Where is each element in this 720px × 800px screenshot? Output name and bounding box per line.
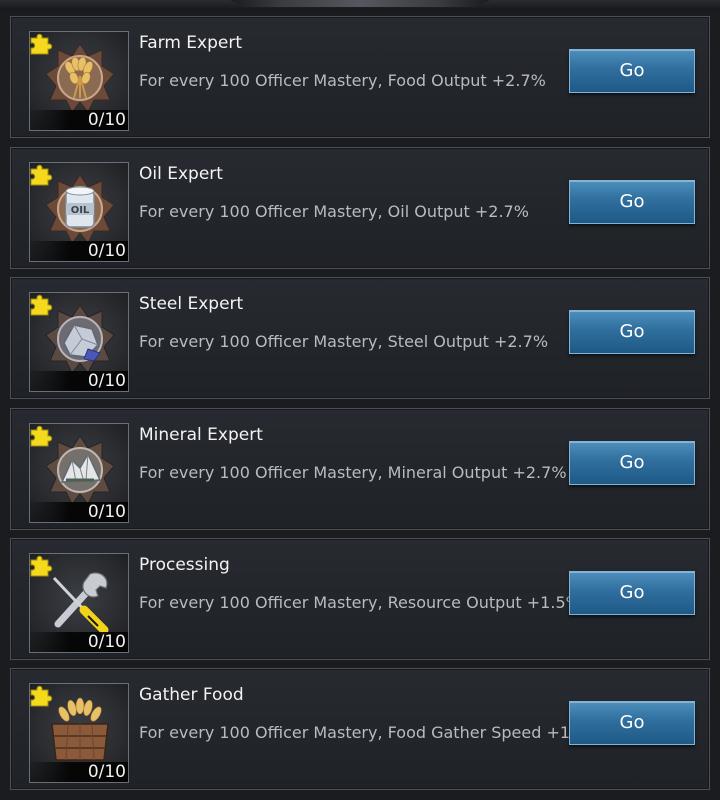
- progress-count: 0/10: [30, 502, 128, 522]
- puzzle-piece-icon: [30, 294, 53, 316]
- top-ornament: [230, 0, 490, 7]
- skill-card-steel-expert: 0/10 Steel Expert For every 100 Officer …: [10, 277, 710, 399]
- go-button[interactable]: Go: [569, 441, 695, 485]
- puzzle-piece-icon: [30, 33, 53, 55]
- skill-card-processing: 0/10 Processing For every 100 Officer Ma…: [10, 538, 710, 660]
- progress-count: 0/10: [30, 632, 128, 652]
- skill-description: For every 100 Officer Mastery, Mineral O…: [139, 463, 567, 482]
- skill-card-gather-food: 0/10 Gather Food For every 100 Officer M…: [10, 668, 710, 790]
- go-button[interactable]: Go: [569, 571, 695, 615]
- puzzle-piece-icon: [30, 555, 53, 577]
- oil-barrel-medal-icon: OIL: [45, 174, 115, 244]
- mineral-rock-medal-icon: [45, 435, 115, 505]
- go-button[interactable]: Go: [569, 49, 695, 93]
- puzzle-piece-icon: [30, 164, 53, 186]
- puzzle-piece-icon: [30, 425, 53, 447]
- go-button[interactable]: Go: [569, 180, 695, 224]
- go-button[interactable]: Go: [569, 701, 695, 745]
- top-frame: [0, 0, 720, 10]
- skill-title: Oil Expert: [139, 164, 223, 184]
- skill-description: For every 100 Officer Mastery, Food Outp…: [139, 71, 546, 90]
- skill-title: Mineral Expert: [139, 425, 263, 445]
- skill-description: For every 100 Officer Mastery, Resource …: [139, 593, 581, 612]
- skill-description: For every 100 Officer Mastery, Steel Out…: [139, 332, 549, 351]
- puzzle-piece-icon: [30, 685, 53, 707]
- skill-icon-frame: 0/10: [29, 31, 129, 131]
- skill-card-mineral-expert: 0/10 Mineral Expert For every 100 Office…: [10, 408, 710, 530]
- skill-title: Steel Expert: [139, 294, 244, 314]
- skill-card-farm-expert: 0/10 Farm Expert For every 100 Officer M…: [10, 16, 710, 138]
- progress-count: 0/10: [30, 762, 128, 782]
- skill-icon-frame: OIL 0/10: [29, 162, 129, 262]
- skill-icon-frame: 0/10: [29, 683, 129, 783]
- progress-count: 0/10: [30, 110, 128, 130]
- skill-icon-frame: 0/10: [29, 423, 129, 523]
- wrench-screwdriver-icon: [52, 572, 109, 635]
- progress-count: 0/10: [30, 241, 128, 261]
- skill-card-oil-expert: OIL 0/10 Oil Expert For every 100 Office…: [10, 147, 710, 269]
- progress-count: 0/10: [30, 371, 128, 391]
- skill-title: Gather Food: [139, 685, 244, 705]
- skill-description: For every 100 Officer Mastery, Food Gath…: [139, 723, 601, 742]
- skill-title: Processing: [139, 555, 230, 575]
- go-button[interactable]: Go: [569, 310, 695, 354]
- skill-icon-frame: 0/10: [29, 292, 129, 392]
- skill-icon-frame: 0/10: [29, 553, 129, 653]
- skill-title: Farm Expert: [139, 33, 242, 53]
- wheat-medal-icon: [45, 43, 115, 113]
- steel-ingot-medal-icon: [45, 304, 115, 374]
- skill-description: For every 100 Officer Mastery, Oil Outpu…: [139, 202, 529, 221]
- wheat-crate-icon: [51, 697, 109, 761]
- svg-text:OIL: OIL: [71, 205, 90, 216]
